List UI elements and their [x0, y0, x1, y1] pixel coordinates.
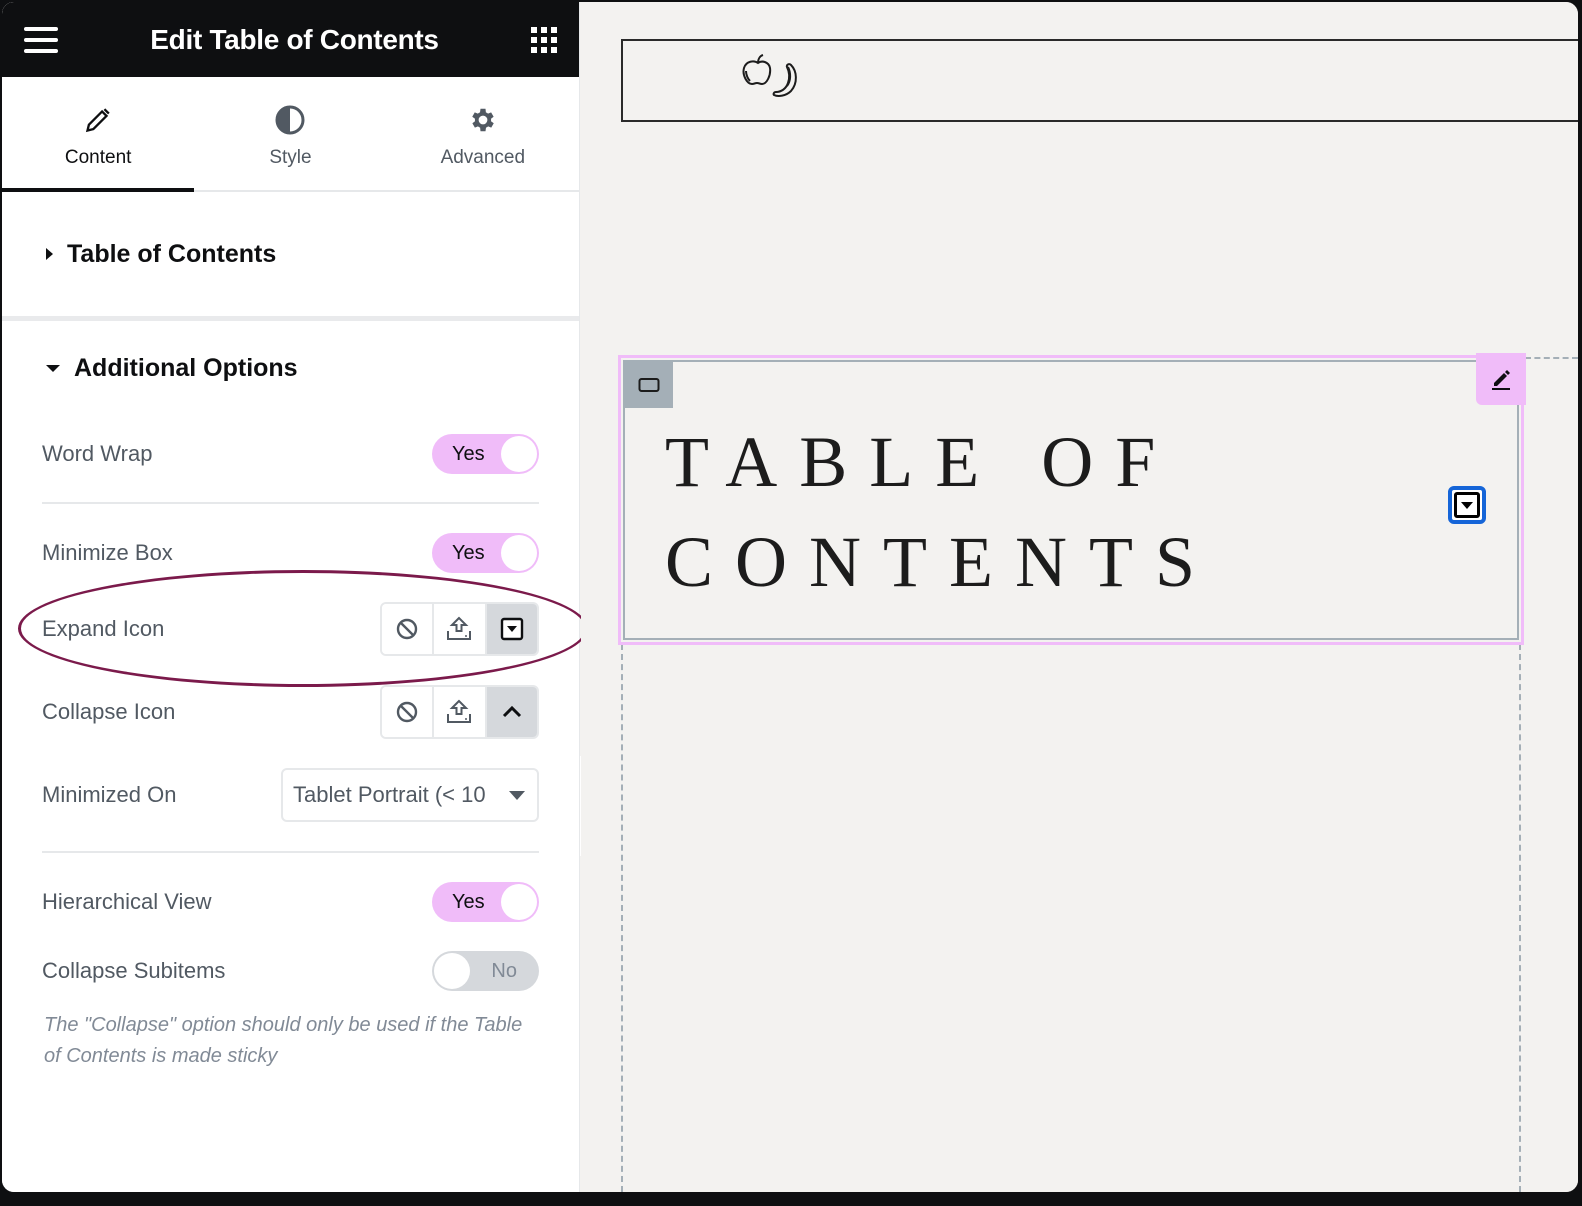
preview-canvas: TABLE OF CONTENTS [581, 2, 1578, 1192]
collapse-icon-chevron-button[interactable] [486, 687, 537, 737]
site-header [621, 39, 1578, 122]
tab-content-label: Content [64, 146, 132, 168]
grid-icon[interactable] [531, 26, 557, 53]
pencil-icon [84, 103, 112, 137]
column-outline [621, 644, 1521, 1192]
section-toggle-table-of-contents[interactable]: Table of Contents [2, 192, 579, 316]
expand-icon-upload-button[interactable] [434, 604, 487, 654]
section-label: Additional Options [74, 354, 298, 382]
switch-state: Yes [452, 891, 485, 913]
ban-icon [396, 701, 418, 723]
switch-state: Yes [452, 542, 485, 564]
switch-state: No [491, 960, 517, 982]
divider [42, 502, 539, 504]
hierarchical-view-switch[interactable]: Yes [432, 882, 539, 922]
divider [42, 851, 539, 853]
tab-style[interactable]: Style [194, 77, 386, 190]
collapse-icon-none-button[interactable] [382, 687, 435, 737]
caret-down-icon [46, 365, 60, 372]
control-minimized-on: Minimized On Tablet Portrait (< 10 [42, 768, 539, 822]
hierarchical-view-label: Hierarchical View [42, 889, 212, 914]
collapse-icon-label: Collapse Icon [42, 699, 176, 724]
caret-down-icon [509, 791, 525, 800]
section-additional-options: Additional Options [2, 321, 579, 416]
section-toggle-additional-options[interactable]: Additional Options [2, 321, 579, 416]
tab-style-label: Style [269, 146, 312, 168]
expand-icon-none-button[interactable] [382, 604, 435, 654]
apple-banana-icon[interactable] [738, 49, 810, 118]
tab-content[interactable]: Content [2, 77, 195, 192]
minimize-box-switch[interactable]: Yes [432, 533, 539, 573]
panel-header: Edit Table of Contents [2, 2, 579, 77]
minimized-on-label: Minimized On [42, 782, 177, 807]
section-table-of-contents: Table of Contents [2, 192, 579, 321]
control-hierarchical-view: Hierarchical View Yes [42, 882, 539, 922]
pencil-icon [1492, 370, 1510, 390]
control-minimize-box: Minimize Box Yes [42, 533, 539, 573]
section-label: Table of Contents [67, 239, 277, 268]
half-circle-icon [274, 103, 306, 137]
upload-icon [447, 616, 472, 640]
expand-icon-caret-button[interactable] [486, 604, 537, 654]
ban-icon [396, 618, 418, 640]
toc-widget[interactable]: TABLE OF CONTENTS [618, 353, 1526, 645]
word-wrap-switch[interactable]: Yes [432, 434, 539, 474]
tab-advanced[interactable]: Advanced [387, 77, 579, 190]
control-word-wrap: Word Wrap Yes [42, 434, 539, 474]
minimized-on-select[interactable]: Tablet Portrait (< 10 [281, 768, 539, 822]
caret-right-icon [46, 248, 53, 260]
collapse-icon-upload-button[interactable] [434, 687, 487, 737]
control-expand-icon: Expand Icon [42, 602, 539, 656]
control-collapse-icon: Collapse Icon [42, 685, 539, 739]
gear-icon [468, 103, 498, 137]
word-wrap-label: Word Wrap [42, 441, 153, 466]
expand-icon-choices [380, 602, 539, 656]
caret-square-down-icon [500, 617, 524, 641]
toc-expand-toggle[interactable] [1448, 486, 1486, 524]
collapse-note: The "Collapse" option should only be use… [44, 1014, 523, 1067]
column-icon [638, 378, 660, 392]
collapse-icon-choices [380, 685, 539, 739]
hamburger-icon[interactable] [24, 26, 58, 53]
minimize-box-label: Minimize Box [42, 540, 173, 565]
expand-icon-label: Expand Icon [42, 616, 165, 641]
switch-knob [501, 884, 537, 920]
switch-state: Yes [452, 443, 485, 465]
collapse-subitems-switch[interactable]: No [432, 951, 539, 991]
collapse-subitems-label: Collapse Subitems [42, 958, 226, 983]
switch-knob [434, 953, 470, 989]
editor-panel: Edit Table of Contents Content Style Adv… [2, 2, 588, 1192]
switch-knob [501, 535, 537, 571]
toc-widget-inner: TABLE OF CONTENTS [623, 360, 1519, 640]
select-value: Tablet Portrait (< 10 [293, 782, 486, 807]
section-outline [1525, 357, 1578, 359]
widget-drag-handle[interactable] [625, 362, 673, 408]
chevron-up-icon [502, 705, 521, 718]
switch-knob [501, 436, 537, 472]
control-collapse-subitems: Collapse Subitems No [42, 951, 539, 991]
panel-tabs: Content Style Advanced [2, 77, 579, 192]
app-window: Edit Table of Contents Content Style Adv… [2, 2, 1578, 1192]
upload-icon [447, 699, 472, 723]
widget-edit-button[interactable] [1476, 353, 1526, 405]
toc-heading: TABLE OF CONTENTS [665, 422, 1217, 602]
tab-advanced-label: Advanced [440, 146, 526, 168]
panel-title: Edit Table of Contents [150, 23, 439, 55]
caret-square-down-icon [1454, 492, 1480, 518]
